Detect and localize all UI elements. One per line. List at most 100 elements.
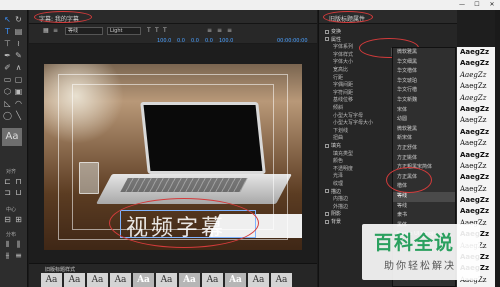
align-center-icon[interactable]: ⊐ [3,188,12,197]
arc-tool-icon[interactable]: ◠ [14,99,23,108]
property-row[interactable]: 小型大写字母大小 [333,119,373,126]
property-section[interactable]: 属性 [325,36,341,43]
property-row[interactable]: 字偶间距 [333,81,353,88]
property-checkbox[interactable] [325,211,329,216]
distribute-left-icon[interactable]: ⫴ [3,240,12,249]
property-checkbox[interactable] [325,219,329,224]
font-family-select[interactable]: 等线 [65,27,103,35]
property-section[interactable]: 变换 [325,28,341,35]
center-vertical-icon[interactable]: ⊞ [14,215,23,224]
minimize-button[interactable]: — [456,1,468,8]
font-menu-item[interactable]: 新宋体 [393,134,455,144]
style-swatch[interactable]: Aa [248,273,269,287]
delete-anchor-tool-icon[interactable]: ✐ [3,63,12,72]
italic-icon[interactable]: T [155,27,159,34]
property-section[interactable]: 背景 [325,218,341,225]
font-menu-item[interactable]: 方正舒体 [393,144,455,154]
style-swatch[interactable]: Aa [110,273,131,287]
property-row[interactable]: 行距 [333,74,343,81]
font-menu-item[interactable]: 隶书 [393,211,455,221]
ellipse-tool-icon[interactable]: ◯ [3,111,12,120]
distribute-even-icon[interactable]: ≡ [14,251,23,260]
property-checkbox[interactable] [325,143,329,148]
align-bottom-icon[interactable]: ⊔ [14,188,23,197]
property-row[interactable]: 倾斜 [333,104,343,111]
style-swatch[interactable]: Aa [271,273,292,287]
style-swatch[interactable]: Aa [133,273,154,287]
new-title-icon[interactable]: ▦ [43,27,49,34]
font-menu-item[interactable]: 华文新魏 [393,96,455,106]
font-menu-item[interactable]: 微软雅黑 [393,48,455,58]
property-row[interactable]: 外描边 [333,203,348,210]
property-row[interactable]: 颜色 [333,157,343,164]
bold-icon[interactable]: T [147,27,151,34]
pen-tool-icon[interactable]: ✒ [3,51,12,60]
area-type-tool-icon[interactable]: ▤ [14,27,23,36]
property-row[interactable]: 填充类型 [333,150,353,157]
font-menu-item[interactable]: 华文楷体 [393,67,455,77]
font-menu-item[interactable]: 等线 [393,191,455,202]
property-row[interactable]: 纹理 [333,180,343,187]
wedge-tool-icon[interactable]: ◺ [3,99,12,108]
style-swatch[interactable]: Aa [156,273,177,287]
property-row[interactable]: 小型大写字母 [333,112,363,119]
property-row[interactable]: 字体样式 [333,51,353,58]
property-row[interactable]: 字体大小 [333,58,353,65]
font-menu-item[interactable]: 华文琥珀 [393,77,455,87]
property-section[interactable]: 描边 [325,188,341,195]
align-center-text-icon[interactable]: ≡ [217,27,222,34]
clipped-corner-tool-icon[interactable]: ⬡ [3,87,12,96]
distribute-right-icon[interactable]: ⫵ [3,251,12,260]
maximize-button[interactable]: ☐ [471,1,483,8]
path-type-tool-icon[interactable]: ≀ [14,39,23,48]
font-menu-item[interactable]: 微软雅黑 [393,125,455,135]
selection-tool-icon[interactable]: ↖ [3,15,12,24]
styles-panel-title[interactable]: 旧版标题样式 [45,266,75,273]
font-menu-item[interactable]: 等线 [393,202,455,212]
line-tool-icon[interactable]: ╲ [14,111,23,120]
center-horizontal-icon[interactable]: ⊟ [3,215,12,224]
property-row[interactable]: 字体系列 [333,43,353,50]
style-swatch[interactable]: Aa [225,273,246,287]
close-button[interactable]: ✕ [486,1,498,8]
title-canvas[interactable]: 视频字幕 [29,44,317,263]
underline-icon[interactable]: T [163,27,167,34]
property-row[interactable]: 下划线 [333,127,348,134]
font-menu-item[interactable]: 华文细黑 [393,58,455,68]
property-row[interactable]: 扭曲 [333,134,343,141]
property-row[interactable]: 内描边 [333,195,348,202]
font-menu-item[interactable]: 华文行楷 [393,86,455,96]
align-top-icon[interactable]: ⊓ [14,177,23,186]
font-style-select[interactable]: Light [107,27,141,35]
property-section[interactable]: 阴影 [325,210,341,217]
rotate-tool-icon[interactable]: ↻ [14,15,23,24]
font-menu-item[interactable]: 方正姚体 [393,154,455,164]
align-left-icon[interactable]: ⊏ [3,177,12,186]
rounded-corner-tool-icon[interactable]: ▣ [14,87,23,96]
roll-crawl-icon[interactable]: ≡ [53,27,58,34]
align-left-text-icon[interactable]: ≡ [207,27,212,34]
rectangle-tool-icon[interactable]: ▭ [3,75,12,84]
property-row[interactable]: 不透明度 [333,165,353,172]
property-checkbox[interactable] [325,37,329,42]
style-swatch[interactable]: Aa [179,273,200,287]
property-row[interactable]: 基线位移 [333,96,353,103]
property-section[interactable]: 填充 [325,142,341,149]
vertical-type-tool-icon[interactable]: ⊤ [3,39,12,48]
style-swatch[interactable]: Aa [87,273,108,287]
add-anchor-tool-icon[interactable]: ✎ [14,51,23,60]
distribute-center-icon[interactable]: ⫼ [14,240,23,249]
property-checkbox[interactable] [325,29,329,34]
property-row[interactable]: 字符间距 [333,89,353,96]
property-row[interactable]: 宽高比 [333,66,348,73]
align-right-text-icon[interactable]: ≡ [227,27,232,34]
property-checkbox[interactable] [325,189,329,194]
font-menu-item[interactable]: 幼圆 [393,115,455,125]
convert-anchor-tool-icon[interactable]: ∧ [14,63,23,72]
style-swatch[interactable]: Aa [64,273,85,287]
style-swatch[interactable]: Aa [202,273,223,287]
property-row[interactable]: 光泽 [333,172,343,179]
rounded-rect-tool-icon[interactable]: ▢ [14,75,23,84]
font-menu-item[interactable]: 宋体 [393,106,455,116]
style-swatch[interactable]: Aa [41,273,62,287]
